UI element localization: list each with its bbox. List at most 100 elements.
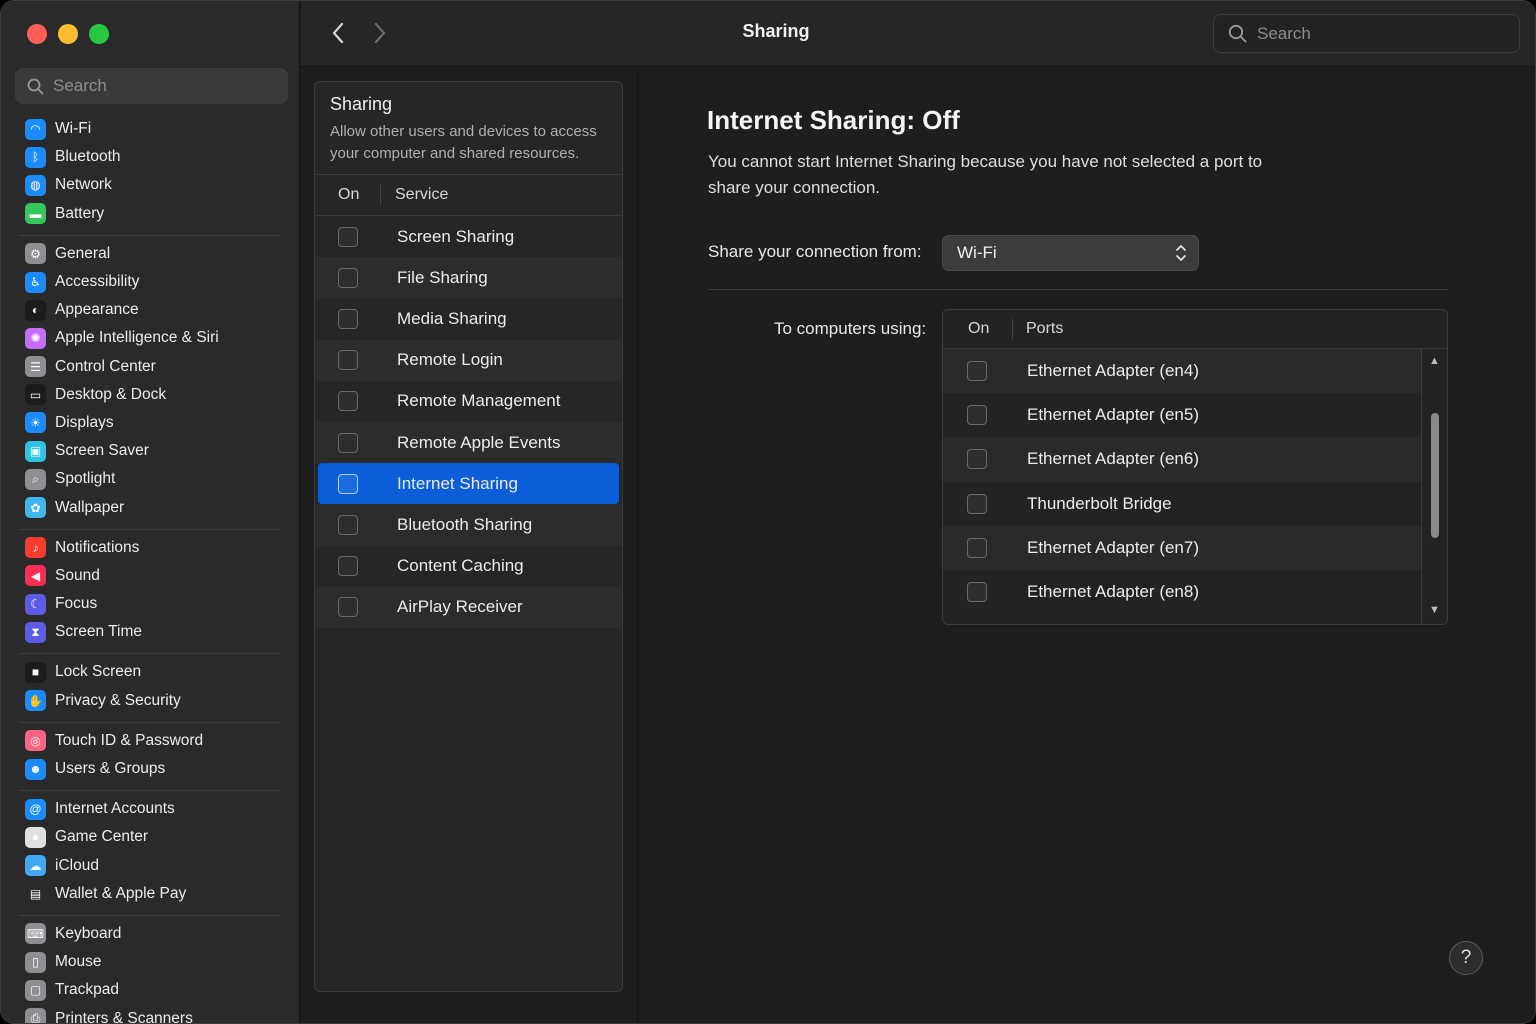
back-button[interactable] — [325, 18, 351, 48]
service-row[interactable]: Remote Apple Events — [315, 421, 622, 464]
sidebar-item-label: Internet Accounts — [55, 800, 175, 818]
ports-column-header: On Ports — [943, 310, 1447, 349]
service-checkbox[interactable] — [338, 514, 358, 535]
sidebar-item-game-center[interactable]: ● Game Center — [1, 823, 300, 851]
service-checkbox[interactable] — [338, 267, 358, 288]
sidebar-item-wi-fi[interactable]: ◠ Wi-Fi — [1, 115, 300, 143]
port-checkbox[interactable] — [967, 582, 987, 603]
toolbar-search-input[interactable]: Search — [1213, 14, 1520, 53]
service-row[interactable]: Internet Sharing — [318, 463, 619, 505]
port-row[interactable]: Ethernet Adapter (en7) — [943, 525, 1421, 570]
sidebar-item-printers-scanners[interactable]: ⎙ Printers & Scanners — [1, 1004, 300, 1024]
sidebar-item-sound[interactable]: ◀ Sound — [1, 562, 300, 590]
sidebar-item-focus[interactable]: ☾ Focus — [1, 590, 300, 618]
sidebar-item-apple-intelligence-siri[interactable]: ✺ Apple Intelligence & Siri — [1, 324, 300, 352]
search-icon — [1228, 24, 1247, 43]
sidebar-item-general[interactable]: ⚙ General — [1, 240, 300, 268]
sidebar-item-label: Focus — [55, 595, 98, 613]
service-label: Remote Login — [397, 350, 503, 370]
port-checkbox[interactable] — [967, 449, 987, 470]
sidebar-item-accessibility[interactable]: ♿ Accessibility — [1, 268, 300, 296]
service-row[interactable]: Screen Sharing — [315, 216, 622, 257]
ports-column-on[interactable]: On — [943, 319, 1013, 339]
port-checkbox[interactable] — [967, 405, 987, 426]
port-row[interactable]: Ethernet Adapter (en5) — [943, 393, 1421, 437]
sidebar-item-desktop-dock[interactable]: ▭ Desktop & Dock — [1, 381, 300, 409]
port-row[interactable]: Ethernet Adapter (en8) — [943, 570, 1421, 614]
sidebar-item-label: Printers & Scanners — [55, 1009, 193, 1024]
close-window-button[interactable] — [27, 24, 47, 44]
service-checkbox[interactable] — [338, 308, 358, 329]
detail-title: Internet Sharing: Off — [707, 105, 960, 135]
sidebar-item-users-groups[interactable]: ☻ Users & Groups — [1, 755, 300, 783]
sidebar-item-notifications[interactable]: ♪ Notifications — [1, 534, 300, 562]
service-checkbox[interactable] — [338, 350, 358, 371]
service-row[interactable]: File Sharing — [315, 257, 622, 299]
sidebar-item-mouse[interactable]: ▯ Mouse — [1, 948, 300, 976]
minimize-window-button[interactable] — [58, 24, 78, 44]
sidebar-item-spotlight[interactable]: ⌕ Spotlight — [1, 465, 300, 493]
sidebar-item-wallpaper[interactable]: ✿ Wallpaper — [1, 493, 300, 521]
port-row[interactable]: Thunderbolt Bridge — [943, 482, 1421, 526]
sidebar-item-lock-screen[interactable]: ■ Lock Screen — [1, 658, 300, 686]
sidebar-item-screen-time[interactable]: ⧗ Screen Time — [1, 618, 300, 646]
sidebar-item-internet-accounts[interactable]: @ Internet Accounts — [1, 795, 300, 823]
hourglass-icon: ⧗ — [25, 621, 46, 643]
column-on-header[interactable]: On — [315, 185, 381, 205]
port-checkbox[interactable] — [967, 537, 987, 558]
sidebar-item-screen-saver[interactable]: ▣ Screen Saver — [1, 437, 300, 465]
flower-icon: ✿ — [25, 497, 46, 519]
chevron-right-icon — [374, 22, 386, 44]
chevron-left-icon — [332, 22, 344, 44]
settings-window: Search ◠ Wi-Fi ᛒ Bluetooth ◍ Network ▬ Battery ⚙… — [0, 0, 1536, 1024]
sidebar-item-label: Trackpad — [55, 981, 120, 999]
sidebar-item-wallet-apple-pay[interactable]: ▤ Wallet & Apple Pay — [1, 880, 300, 908]
dock-icon: ▭ — [25, 384, 46, 406]
service-checkbox[interactable] — [338, 597, 358, 618]
sidebar-item-keyboard[interactable]: ⌨ Keyboard — [1, 920, 300, 948]
scrollbar-thumb[interactable] — [1431, 413, 1439, 538]
service-row[interactable]: Bluetooth Sharing — [315, 504, 622, 546]
column-service-header[interactable]: Service — [381, 186, 448, 204]
port-checkbox[interactable] — [967, 493, 987, 514]
port-row[interactable]: Ethernet Adapter (en6) — [943, 437, 1421, 482]
sidebar-group: @ Internet Accounts ● Game Center ☁ iCloud ▤ Wa… — [1, 795, 300, 911]
sidebar-search-input[interactable]: Search — [15, 68, 288, 104]
forward-button[interactable] — [367, 18, 393, 48]
scroll-up-arrow-icon[interactable]: ▲ — [1429, 355, 1440, 367]
sidebar-item-control-center[interactable]: ☰ Control Center — [1, 353, 300, 381]
sidebar-item-trackpad[interactable]: ▢ Trackpad — [1, 976, 300, 1004]
service-row[interactable]: Remote Management — [315, 381, 622, 422]
sidebar-item-touch-id-password[interactable]: ◎ Touch ID & Password — [1, 727, 300, 755]
scroll-down-arrow-icon[interactable]: ▼ — [1429, 604, 1440, 616]
port-row[interactable]: Ethernet Adapter (en4) — [943, 349, 1421, 394]
ports-scrollbar[interactable]: ▲ ▼ — [1421, 349, 1447, 624]
sidebar-item-privacy-security[interactable]: ✋ Privacy & Security — [1, 687, 300, 715]
share-from-select[interactable]: Wi-Fi — [942, 235, 1199, 271]
service-row[interactable]: Media Sharing — [315, 298, 622, 339]
zoom-window-button[interactable] — [89, 24, 109, 44]
port-checkbox[interactable] — [967, 361, 987, 382]
service-row[interactable]: AirPlay Receiver — [315, 586, 622, 628]
sidebar-item-bluetooth[interactable]: ᛒ Bluetooth — [1, 143, 300, 171]
sidebar-item-label: iCloud — [55, 856, 99, 874]
service-checkbox[interactable] — [338, 391, 358, 412]
sidebar-separator — [19, 653, 280, 655]
service-checkbox[interactable] — [338, 473, 358, 494]
service-row[interactable]: Remote Login — [315, 339, 622, 381]
sidebar-item-network[interactable]: ◍ Network — [1, 171, 300, 199]
ports-column-ports[interactable]: Ports — [1013, 320, 1063, 338]
sidebar-item-icloud[interactable]: ☁ iCloud — [1, 852, 300, 880]
game-center-icon: ● — [25, 826, 46, 848]
sidebar-item-appearance[interactable]: ◐ Appearance — [1, 296, 300, 324]
printer-icon: ⎙ — [25, 1008, 46, 1023]
help-button[interactable]: ? — [1449, 941, 1483, 975]
service-checkbox[interactable] — [338, 556, 358, 577]
service-row[interactable]: Content Caching — [315, 546, 622, 587]
service-checkbox[interactable] — [338, 432, 358, 453]
sidebar-item-displays[interactable]: ☀ Displays — [1, 409, 300, 437]
sidebar-separator — [19, 721, 280, 723]
sidebar-item-battery[interactable]: ▬ Battery — [1, 200, 300, 228]
service-checkbox[interactable] — [338, 226, 358, 247]
share-from-label: Share your connection from: — [708, 242, 922, 261]
